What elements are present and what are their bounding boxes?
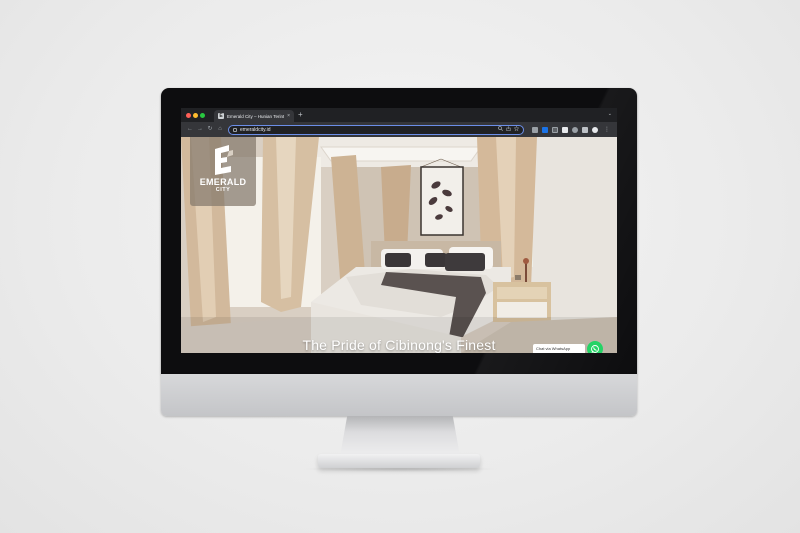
- extension-4-icon[interactable]: [562, 126, 568, 133]
- logo-text-secondary: CITY: [215, 187, 231, 193]
- browser-toolbar: ← → ↻ ⌂ emeraldcity.id ⋮: [181, 122, 617, 137]
- monitor-stand-neck: [340, 416, 460, 456]
- maximize-window-button[interactable]: [200, 113, 205, 118]
- monitor-stand-foot: [318, 454, 480, 468]
- new-tab-button[interactable]: +: [298, 110, 303, 120]
- share-icon[interactable]: [506, 126, 511, 133]
- star-icon[interactable]: [513, 125, 520, 133]
- extensions-puzzle-icon[interactable]: [572, 126, 578, 133]
- tab-strip: E Emerald City – Hunian Terinte × + ⌄: [181, 108, 617, 122]
- reload-button[interactable]: ↻: [205, 122, 215, 137]
- search-icon[interactable]: [498, 126, 504, 133]
- whatsapp-button[interactable]: [587, 341, 603, 353]
- profile-avatar[interactable]: [592, 126, 598, 133]
- browser-window: E Emerald City – Hunian Terinte × + ⌄ ← …: [181, 108, 617, 353]
- address-bar[interactable]: emeraldcity.id: [228, 124, 524, 135]
- url-text[interactable]: emeraldcity.id: [240, 127, 495, 133]
- whatsapp-chat-label[interactable]: Chat via WhatsApp: [533, 344, 585, 353]
- close-window-button[interactable]: [186, 113, 191, 118]
- tab-title: Emerald City – Hunian Terinte: [227, 113, 285, 119]
- logo-text-primary: EMERALD: [199, 177, 247, 187]
- tab-active[interactable]: E Emerald City – Hunian Terinte ×: [214, 110, 294, 122]
- site-logo[interactable]: EMERALD CITY: [190, 137, 256, 206]
- webpage: EMERALD CITY The Pride of Cibinong's Fin…: [181, 137, 617, 353]
- tab-search-chevron-icon[interactable]: ⌄: [608, 111, 612, 117]
- side-panel-icon[interactable]: [582, 126, 588, 133]
- browser-menu-icon[interactable]: ⋮: [604, 126, 610, 133]
- home-button[interactable]: ⌂: [215, 122, 225, 137]
- whatsapp-icon: [591, 345, 599, 353]
- emerald-city-logo-icon: [215, 145, 233, 175]
- monitor-chin: [161, 374, 637, 416]
- tab-favicon-icon: E: [218, 113, 224, 119]
- tab-close-icon[interactable]: ×: [287, 113, 290, 119]
- lock-icon[interactable]: [233, 128, 237, 132]
- extension-3-icon[interactable]: [552, 126, 558, 133]
- extension-2-icon[interactable]: [542, 126, 548, 133]
- back-button[interactable]: ←: [185, 122, 195, 137]
- minimize-window-button[interactable]: [193, 113, 198, 118]
- forward-button[interactable]: →: [195, 122, 205, 137]
- extension-1-icon[interactable]: [532, 126, 538, 133]
- extensions-area: ⋮: [532, 126, 610, 133]
